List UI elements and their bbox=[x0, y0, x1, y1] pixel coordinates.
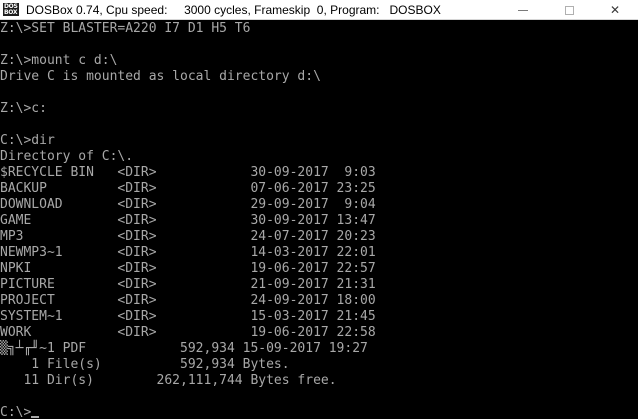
console-line: GAME <DIR> 30-09-2017 13:47 bbox=[0, 213, 376, 228]
console-line: Z:\>SET BLASTER=A220 I7 D1 H5 T6 bbox=[0, 21, 251, 36]
console-line: Z:\>c: bbox=[0, 101, 47, 116]
console-line: NPKI <DIR> 19-06-2017 22:57 bbox=[0, 261, 376, 276]
console-line: BACKUP <DIR> 07-06-2017 23:25 bbox=[0, 181, 376, 196]
console-line: 1 File(s) 592,934 Bytes. bbox=[0, 357, 290, 372]
console-line: DOWNLOAD <DIR> 29-09-2017 9:04 bbox=[0, 197, 376, 212]
title-bar[interactable]: DOS BOX DOSBox 0.74, Cpu speed: 3000 cyc… bbox=[0, 0, 638, 20]
text-cursor bbox=[31, 416, 40, 418]
dosbox-window[interactable]: DOS BOX DOSBox 0.74, Cpu speed: 3000 cyc… bbox=[0, 0, 638, 419]
window-title: DOSBox 0.74, Cpu speed: 3000 cycles, Fra… bbox=[26, 3, 441, 17]
console-line: $RECYCLE BIN <DIR> 30-09-2017 9:03 bbox=[0, 165, 376, 180]
console-line: PICTURE <DIR> 21-09-2017 21:31 bbox=[0, 277, 376, 292]
close-icon: ✕ bbox=[609, 3, 621, 17]
console-line: Directory of C:\. bbox=[0, 149, 134, 164]
minimize-icon bbox=[518, 9, 528, 11]
console-line: C:\>dir bbox=[0, 133, 55, 148]
console-line: SYSTEM~1 <DIR> 15-03-2017 21:45 bbox=[0, 309, 376, 324]
console-line: Z:\>mount c d:\ bbox=[0, 53, 118, 68]
console-line: C:\> bbox=[0, 405, 40, 419]
console-line: PROJECT <DIR> 24-09-2017 18:00 bbox=[0, 293, 376, 308]
close-button[interactable]: ✕ bbox=[592, 0, 638, 20]
console-line: Drive C is mounted as local directory d:… bbox=[0, 69, 321, 84]
dos-console[interactable]: Z:\>SET BLASTER=A220 I7 D1 H5 T6 Z:\>moun… bbox=[0, 21, 638, 419]
console-line: 11 Dir(s) 262,111,744 Bytes free. bbox=[0, 373, 337, 388]
dosbox-app-icon[interactable]: DOS BOX bbox=[3, 3, 19, 16]
minimize-button[interactable] bbox=[500, 0, 546, 20]
console-line: ▒╗┴╓╜~1 PDF 592,934 15-09-2017 19:27 bbox=[0, 341, 368, 356]
console-line: MP3 <DIR> 24-07-2017 20:23 bbox=[0, 229, 376, 244]
maximize-icon bbox=[564, 5, 574, 15]
console-line: WORK <DIR> 19-06-2017 22:58 bbox=[0, 325, 376, 340]
maximize-button[interactable] bbox=[546, 0, 592, 20]
console-line: NEWMP3~1 <DIR> 14-03-2017 22:01 bbox=[0, 245, 376, 260]
